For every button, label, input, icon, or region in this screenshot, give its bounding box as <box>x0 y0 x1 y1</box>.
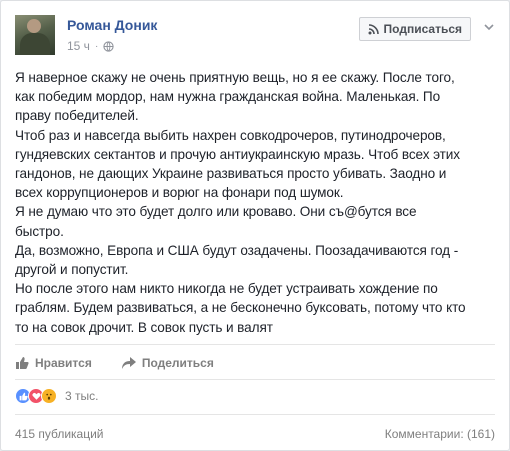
divider <box>15 344 495 345</box>
post-line: как победим мордор, нам нужна гражданска… <box>15 89 441 105</box>
author-name[interactable]: Роман Доник <box>67 17 157 33</box>
like-label: Нравится <box>35 356 92 370</box>
post-meta: 15 ч · <box>67 39 114 53</box>
post-line: другой и попустит. <box>15 262 129 278</box>
share-arrow-icon <box>121 357 136 369</box>
like-button[interactable]: Нравится <box>15 353 92 373</box>
reactions-summary[interactable]: 3 тыс. <box>15 388 98 404</box>
post-header: Роман Доник 15 ч · Подписаться <box>15 15 499 59</box>
share-button[interactable]: Поделиться <box>121 353 214 373</box>
post-stats: 415 публикаций Комментарии: (161) <box>15 427 495 441</box>
post-line: Чтоб раз и навсегда выбить нахрен совкод… <box>15 127 446 143</box>
post-body: Я наверное скажу не очень приятную вещь,… <box>15 68 499 337</box>
post-line: всех коррупционеров и ворюг на фонари по… <box>15 185 344 201</box>
reaction-icons <box>15 388 57 404</box>
post-card: Роман Доник 15 ч · Подписаться Я наверно… <box>0 0 510 451</box>
divider <box>15 414 495 415</box>
rss-icon <box>368 23 379 34</box>
shares-count[interactable]: 415 публикаций <box>15 427 104 441</box>
post-line: быстро. <box>15 223 64 239</box>
separator-dot: · <box>94 40 99 52</box>
post-actions: Нравится Поделиться <box>15 353 214 373</box>
avatar[interactable] <box>15 15 55 55</box>
globe-icon <box>103 40 114 52</box>
thumbs-up-icon <box>16 357 29 369</box>
post-line: Да, возможно, Европа и США будут озадаче… <box>15 242 459 258</box>
wow-reaction-icon <box>41 388 57 404</box>
post-line: гандонов, не дающих Украине развиваться … <box>15 166 447 182</box>
post-line: гундяевских сектантов и прочую антиукраи… <box>15 146 460 162</box>
avatar-body <box>20 33 50 55</box>
post-line: Я наверное скажу не очень приятную вещь,… <box>15 70 455 85</box>
share-label: Поделиться <box>141 356 214 370</box>
post-line: граблям. Будем развиваться, а не бесконе… <box>15 300 466 316</box>
reaction-count: 3 тыс. <box>65 389 99 403</box>
post-line: то на совок дрочит. В совок пусть и валя… <box>15 319 273 335</box>
post-line: Но после этого нам никто никогда не буде… <box>15 281 438 297</box>
subscribe-button[interactable]: Подписаться <box>358 17 471 41</box>
comments-count[interactable]: Комментарии: (161) <box>385 427 495 441</box>
post-line: праву победителей. <box>15 108 139 124</box>
chevron-down-icon[interactable] <box>483 21 495 33</box>
avatar-head <box>27 19 41 33</box>
post-line: Я не думаю что это будет долго или крова… <box>15 204 417 220</box>
divider <box>15 379 495 380</box>
subscribe-label: Подписаться <box>383 22 462 36</box>
post-time[interactable]: 15 ч <box>67 39 90 53</box>
